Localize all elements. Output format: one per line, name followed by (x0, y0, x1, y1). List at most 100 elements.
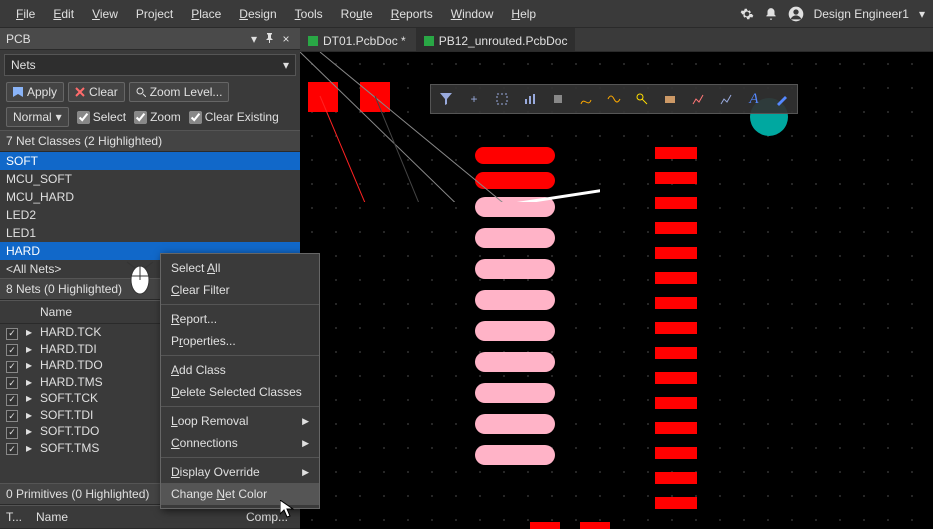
apply-button[interactable]: Apply (6, 82, 64, 102)
red-bar (655, 247, 697, 259)
clear-existing-checkbox[interactable]: Clear Existing (189, 110, 279, 124)
net-class-row[interactable]: LED1 (0, 224, 300, 242)
bell-icon[interactable] (764, 6, 778, 21)
net-checkbox[interactable]: ✓ (6, 410, 18, 422)
menu-separator (161, 355, 319, 356)
menu-item-label: Delete Selected Classes (171, 385, 302, 399)
net-checkbox[interactable]: ✓ (6, 328, 18, 340)
clear-button[interactable]: Clear (68, 82, 125, 102)
expand-caret-icon[interactable]: ▸ (20, 440, 34, 456)
menu-design[interactable]: Design (231, 3, 284, 25)
expand-caret-icon[interactable]: ▸ (20, 324, 34, 340)
document-tab[interactable]: PB12_unrouted.PcbDoc (416, 28, 576, 51)
menu-item-label: Properties... (171, 334, 236, 348)
browser-mode-dropdown[interactable]: Nets ▾ (4, 54, 296, 76)
red-bar (655, 447, 697, 459)
bars-icon[interactable] (519, 89, 541, 109)
red-bar (655, 147, 697, 159)
net-checkbox[interactable]: ✓ (6, 394, 18, 406)
menu-item-label: Report... (171, 312, 217, 326)
expand-caret-icon[interactable]: ▸ (20, 423, 34, 439)
gear-icon[interactable] (740, 6, 754, 21)
context-menu: Select AllClear Filter Report... Propertie… (160, 253, 320, 509)
net-checkbox[interactable]: ✓ (6, 377, 18, 389)
pink-pad (475, 445, 555, 465)
key-icon[interactable] (631, 89, 653, 109)
context-menu-item[interactable]: Display Override▶ (161, 461, 319, 483)
expand-caret-icon[interactable]: ▸ (20, 357, 34, 373)
graph1-icon[interactable] (687, 89, 709, 109)
net-class-row[interactable]: SOFT (0, 152, 300, 170)
col-t[interactable]: T... (0, 508, 30, 526)
pen-icon[interactable] (771, 89, 793, 109)
context-menu-item[interactable]: Connections▶ (161, 432, 319, 454)
context-menu-item[interactable]: Properties... (161, 330, 319, 352)
document-tab[interactable]: DT01.PcbDoc * (300, 28, 414, 51)
menu-tools[interactable]: Tools (287, 3, 331, 25)
net-class-row[interactable]: MCU_SOFT (0, 170, 300, 188)
filter-icon[interactable] (435, 89, 457, 109)
user-caret-icon[interactable]: ▾ (919, 7, 925, 21)
context-menu-item[interactable]: Change Net Color (161, 483, 319, 505)
red-bar (655, 197, 697, 209)
menu-right: Design Engineer1 ▾ (740, 6, 925, 22)
expand-caret-icon[interactable]: ▸ (20, 374, 34, 390)
net-checkbox[interactable]: ✓ (6, 361, 18, 373)
net-class-row[interactable]: LED2 (0, 206, 300, 224)
context-menu-item[interactable]: Report... (161, 308, 319, 330)
pcb-canvas[interactable]: + A (300, 52, 933, 529)
context-menu-item[interactable]: Delete Selected Classes (161, 381, 319, 403)
panel-pin-icon[interactable] (262, 32, 278, 46)
graph2-icon[interactable] (715, 89, 737, 109)
col-prim-name[interactable]: Name (30, 508, 240, 526)
menu-view[interactable]: View (84, 3, 126, 25)
tab-label: DT01.PcbDoc * (323, 34, 406, 48)
plus-icon[interactable]: + (463, 89, 485, 109)
menubar: File Edit View Project Place Design Tool… (0, 0, 933, 28)
folder-icon[interactable] (659, 89, 681, 109)
user-icon[interactable] (788, 6, 804, 22)
net-checkbox[interactable]: ✓ (6, 443, 18, 455)
pink-pad (475, 197, 555, 217)
route-icon[interactable] (575, 89, 597, 109)
panel-close-icon[interactable]: × (278, 32, 294, 46)
context-menu-item[interactable]: Loop Removal▶ (161, 410, 319, 432)
menu-item-label: Display Override (171, 465, 260, 479)
net-class-row[interactable]: MCU_HARD (0, 188, 300, 206)
panel-title-text: PCB (6, 32, 31, 46)
menu-place[interactable]: Place (183, 3, 229, 25)
expand-caret-icon[interactable]: ▸ (20, 341, 34, 357)
context-menu-item[interactable]: Select All (161, 257, 319, 279)
menu-file[interactable]: File (8, 3, 43, 25)
context-menu-item[interactable]: Clear Filter (161, 279, 319, 301)
mask-mode-dropdown[interactable]: Normal ▾ (6, 107, 69, 127)
menu-help[interactable]: Help (503, 3, 544, 25)
zoom-level-button[interactable]: Zoom Level... (129, 82, 230, 102)
workspace[interactable]: DT01.PcbDoc * PB12_unrouted.PcbDoc (300, 28, 933, 529)
red-pad (308, 82, 338, 112)
menu-window[interactable]: Window (443, 3, 502, 25)
shapes-layer (300, 52, 933, 529)
menu-project[interactable]: Project (128, 3, 181, 25)
net-checkbox[interactable]: ✓ (6, 344, 18, 356)
net-checkbox[interactable]: ✓ (6, 427, 18, 439)
expand-caret-icon[interactable]: ▸ (20, 390, 34, 406)
chip-icon[interactable] (547, 89, 569, 109)
wave-icon[interactable] (603, 89, 625, 109)
menu-reports[interactable]: Reports (383, 3, 441, 25)
text-icon[interactable]: A (743, 89, 765, 109)
menu-item-label: Change Net Color (171, 487, 267, 501)
submenu-arrow-icon: ▶ (302, 438, 309, 449)
red-bar (655, 322, 697, 334)
context-menu-item[interactable]: Add Class (161, 359, 319, 381)
panel-dropdown-icon[interactable]: ▾ (246, 32, 262, 46)
menu-edit[interactable]: Edit (45, 3, 82, 25)
select-rect-icon[interactable] (491, 89, 513, 109)
expand-caret-icon[interactable]: ▸ (20, 407, 34, 423)
red-pad (580, 522, 610, 529)
col-comp[interactable]: Comp... (240, 508, 300, 526)
zoom-checkbox[interactable]: Zoom (134, 110, 181, 124)
select-checkbox[interactable]: Select (77, 110, 126, 124)
menu-route[interactable]: Route (333, 3, 381, 25)
user-name[interactable]: Design Engineer1 (814, 7, 909, 21)
